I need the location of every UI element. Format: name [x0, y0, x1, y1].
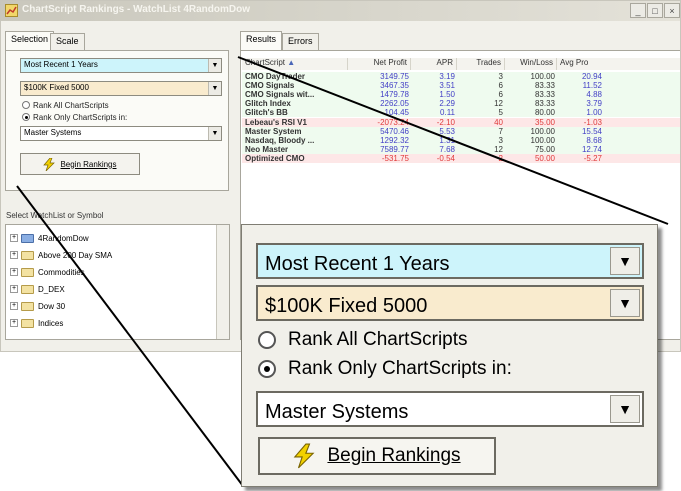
position-sizing-select-zoomed[interactable]: $100K Fixed 5000 ▼	[256, 285, 644, 321]
rank-all-radio-zoomed[interactable]: Rank All ChartScripts	[258, 329, 468, 351]
begin-rankings-button-zoomed[interactable]: Begin Rankings	[258, 437, 496, 475]
rank-only-label: Rank Only ChartScripts in:	[288, 358, 512, 379]
period-select-value: Most Recent 1 Years	[265, 253, 450, 275]
radio-selected-icon	[258, 360, 276, 378]
period-select-zoomed[interactable]: Most Recent 1 Years ▼	[256, 243, 644, 279]
rank-all-label: Rank All ChartScripts	[288, 329, 468, 350]
chartscript-folder-select-zoomed[interactable]: Master Systems ▼	[256, 391, 644, 427]
dropdown-arrow-icon[interactable]: ▼	[610, 395, 640, 423]
zoom-callout: Most Recent 1 Years ▼ $100K Fixed 5000 ▼…	[241, 224, 658, 487]
radio-unselected-icon	[258, 331, 276, 349]
lightning-icon	[294, 443, 315, 469]
rank-only-radio-zoomed[interactable]: Rank Only ChartScripts in:	[258, 358, 512, 380]
dropdown-arrow-icon[interactable]: ▼	[610, 289, 640, 317]
dropdown-arrow-icon[interactable]: ▼	[610, 247, 640, 275]
position-sizing-value: $100K Fixed 5000	[265, 295, 428, 317]
begin-rankings-label: Begin Rankings	[327, 445, 461, 466]
folder-select-value: Master Systems	[265, 401, 409, 423]
